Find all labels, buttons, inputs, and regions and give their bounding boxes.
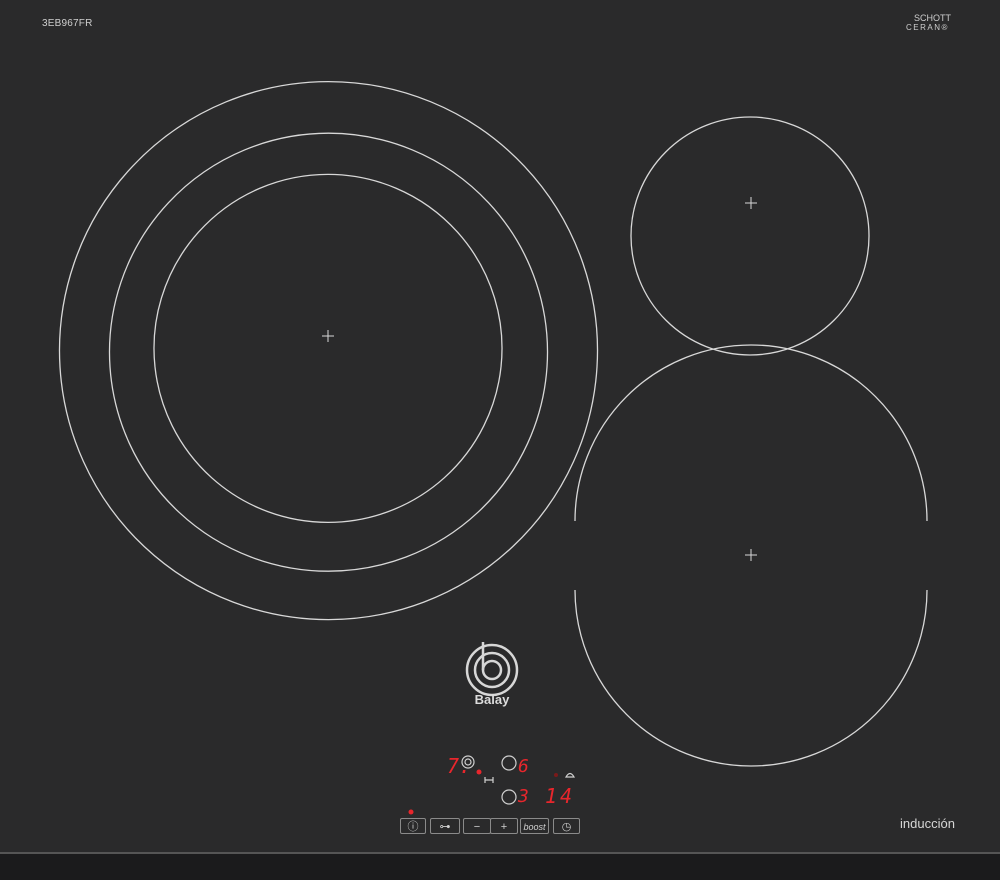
child-lock-button[interactable]: ⊶ [430, 818, 460, 834]
zone-2-level-display: 6 [518, 756, 529, 777]
brand-name: Balay [474, 692, 510, 707]
decrease-button[interactable]: − [463, 818, 491, 834]
boost-button[interactable]: boost [520, 818, 549, 834]
increase-button[interactable]: + [490, 818, 518, 834]
zone-1-level-display: 7. [447, 754, 472, 778]
cooktop-surface [0, 0, 1000, 880]
info-indicator-icon [408, 809, 414, 815]
zone-3-level-display: 3 [518, 786, 529, 807]
model-label: 3EB967FR [42, 18, 93, 29]
timer-button[interactable]: ◷ [553, 818, 580, 834]
ceran-label: CERAN® [906, 23, 949, 32]
induction-label: inducción [900, 816, 955, 831]
timer-display: 14 [545, 784, 576, 808]
schott-brand-label: SCHOTT [914, 13, 951, 23]
power-info-button[interactable]: ⓘ [400, 818, 426, 834]
